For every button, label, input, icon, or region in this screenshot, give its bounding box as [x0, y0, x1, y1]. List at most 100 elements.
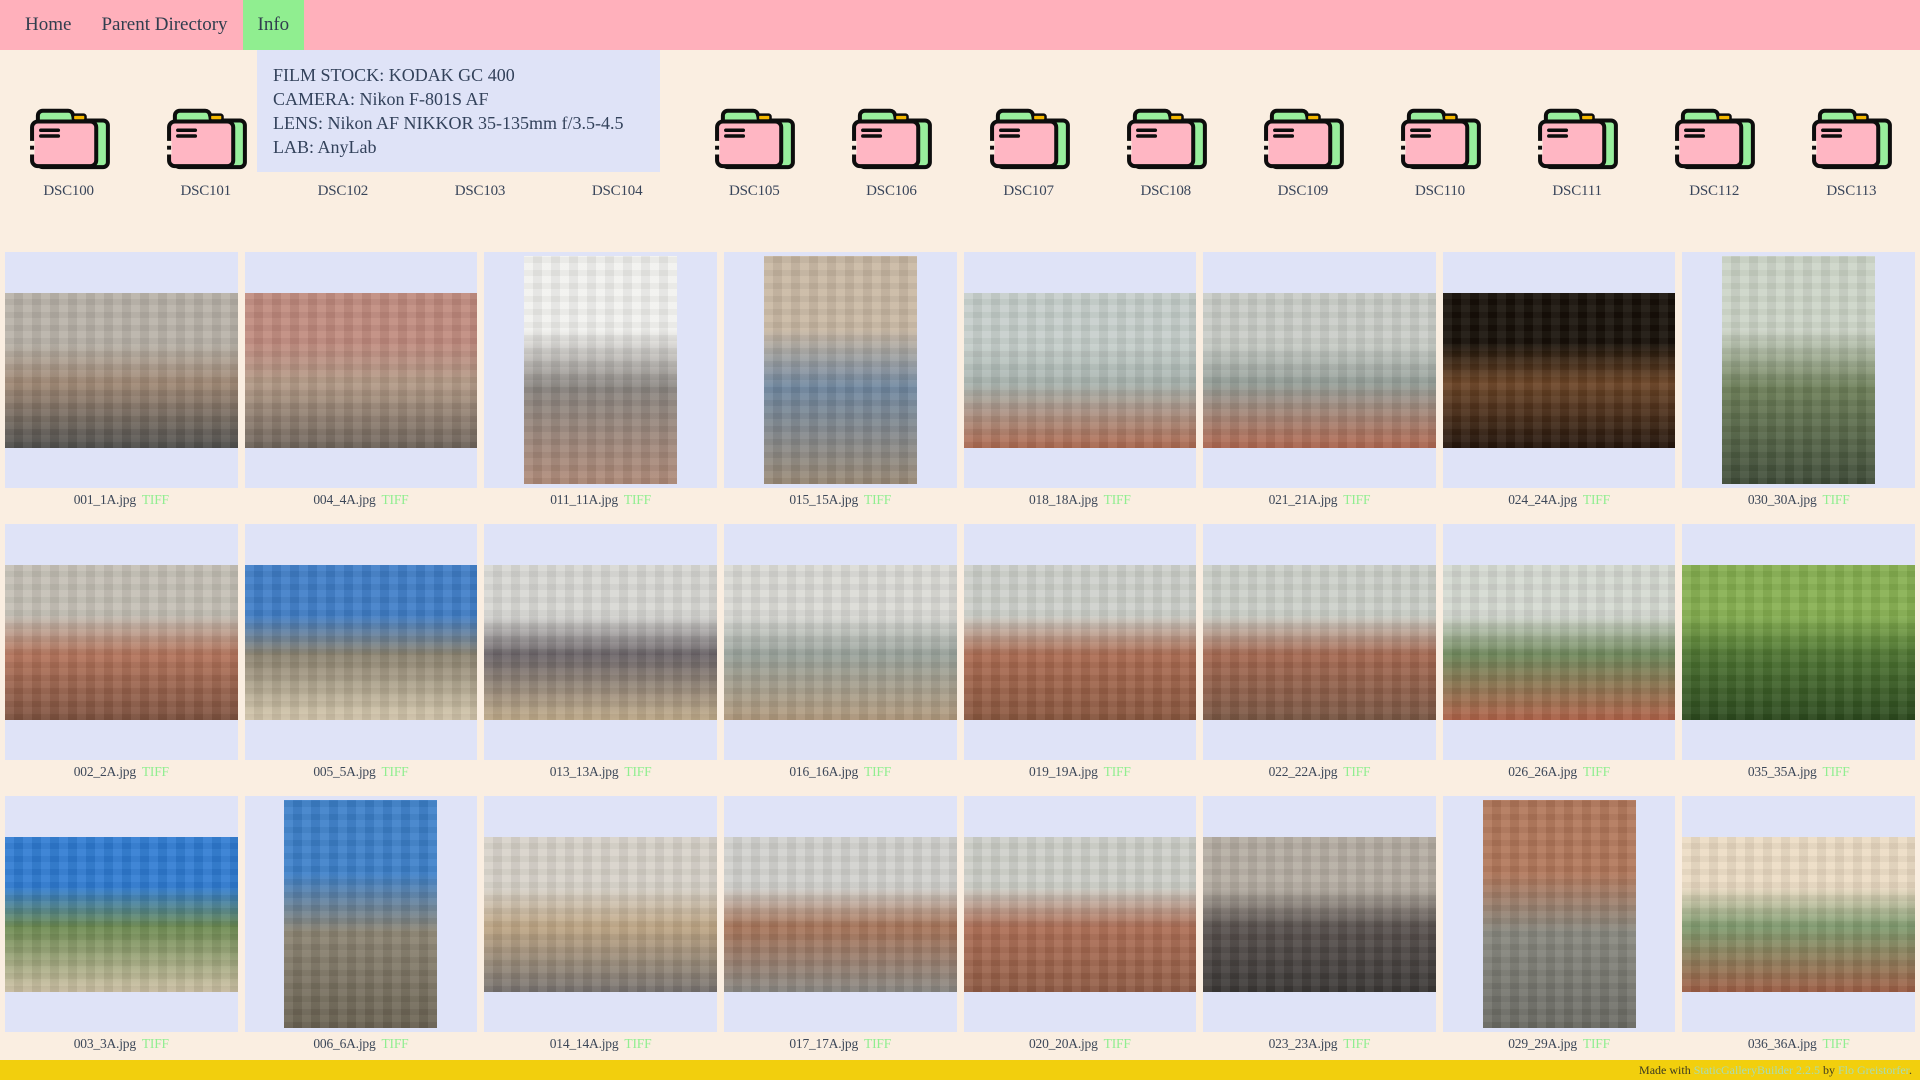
- photo-thumbnail: [1482, 800, 1636, 1028]
- thumbnail-frame: [484, 252, 717, 488]
- photo-filename: 003_3A.jpg: [73, 1036, 136, 1051]
- photo-caption: 019_19A.jpg TIFF: [964, 760, 1197, 784]
- photo-thumbnail: [1442, 564, 1676, 720]
- gallery-item[interactable]: 036_36A.jpg TIFF: [1682, 796, 1915, 1056]
- gallery-item[interactable]: 023_23A.jpg TIFF: [1203, 796, 1436, 1056]
- tiff-badge: TIFF: [1822, 492, 1850, 507]
- gallery-item[interactable]: 014_14A.jpg TIFF: [484, 796, 717, 1056]
- builder-link[interactable]: StaticGalleryBuilder 2.2.5: [1694, 1063, 1820, 1077]
- folder-link[interactable]: DSC111: [1510, 102, 1644, 200]
- photo-caption: 036_36A.jpg TIFF: [1682, 1032, 1915, 1056]
- info-popup-line: LAB: AnyLab: [273, 137, 377, 157]
- tiff-badge: TIFF: [381, 764, 409, 779]
- folder-icon: [28, 102, 110, 172]
- gallery-item[interactable]: 024_24A.jpg TIFF: [1442, 252, 1676, 512]
- tiff-badge: TIFF: [864, 764, 892, 779]
- gallery-item[interactable]: 011_11A.jpg TIFF: [484, 252, 717, 512]
- tiff-badge: TIFF: [1343, 764, 1371, 779]
- photo-caption: 002_2A.jpg TIFF: [5, 760, 238, 784]
- nav-item[interactable]: Parent Directory: [86, 0, 242, 50]
- folder-link[interactable]: DSC112: [1647, 102, 1781, 200]
- folder-label: DSC105: [729, 183, 780, 199]
- gallery-item[interactable]: 002_2A.jpg TIFF: [5, 524, 238, 784]
- gallery-item[interactable]: 019_19A.jpg TIFF: [963, 524, 1197, 784]
- photo-filename: 017_17A.jpg: [789, 1036, 859, 1051]
- thumbnail-frame: [244, 252, 478, 488]
- top-nav-bar: Home Parent Directory Info: [0, 0, 1920, 50]
- photo-caption: 018_18A.jpg TIFF: [964, 488, 1197, 512]
- folder-link[interactable]: DSC108: [1099, 102, 1233, 200]
- photo-filename: 015_15A.jpg: [789, 492, 859, 507]
- tiff-badge: TIFF: [1103, 764, 1131, 779]
- photo-caption: 020_20A.jpg TIFF: [964, 1032, 1197, 1056]
- folder-link[interactable]: DSC113: [1784, 102, 1918, 200]
- photo-thumbnail: [1722, 256, 1876, 484]
- nav-item[interactable]: Info: [242, 0, 305, 50]
- photo-thumbnail: [5, 292, 238, 448]
- gallery-item[interactable]: 035_35A.jpg TIFF: [1682, 524, 1915, 784]
- tiff-badge: TIFF: [1582, 1036, 1610, 1051]
- gallery-item[interactable]: 018_18A.jpg TIFF: [963, 252, 1197, 512]
- folder-link[interactable]: DSC100: [1, 102, 135, 200]
- photo-filename: 026_26A.jpg: [1508, 764, 1577, 779]
- folder-icon: [1810, 102, 1892, 172]
- thumbnail-frame: [5, 252, 238, 488]
- photo-caption: 023_23A.jpg TIFF: [1203, 1032, 1436, 1056]
- nav-item-label: Home: [25, 14, 72, 35]
- gallery-item[interactable]: 005_5A.jpg TIFF: [244, 524, 478, 784]
- folder-link[interactable]: DSC101: [139, 102, 273, 200]
- gallery-item[interactable]: 029_29A.jpg TIFF: [1442, 796, 1676, 1056]
- gallery-item[interactable]: 017_17A.jpg TIFF: [723, 796, 957, 1056]
- thumbnail-frame: [1203, 252, 1436, 488]
- author-link[interactable]: Flo Greistorfer: [1838, 1063, 1909, 1077]
- photo-filename: 029_29A.jpg: [1508, 1036, 1577, 1051]
- folder-label: DSC107: [1003, 183, 1054, 199]
- folder-icon: [850, 102, 932, 172]
- folder-icon: [1399, 102, 1481, 172]
- photo-thumbnail: [284, 800, 438, 1028]
- gallery-item[interactable]: 016_16A.jpg TIFF: [723, 524, 957, 784]
- photo-thumbnail: [963, 836, 1197, 992]
- folder-link[interactable]: DSC107: [961, 102, 1095, 200]
- gallery-item[interactable]: 013_13A.jpg TIFF: [484, 524, 717, 784]
- gallery-item[interactable]: 030_30A.jpg TIFF: [1682, 252, 1915, 512]
- nav-item[interactable]: Home: [10, 0, 86, 50]
- folder-link[interactable]: DSC105: [687, 102, 821, 200]
- tiff-badge: TIFF: [381, 492, 409, 507]
- gallery-item[interactable]: 006_6A.jpg TIFF: [244, 796, 478, 1056]
- thumbnail-frame: [1682, 524, 1915, 760]
- thumbnail-frame: [1203, 524, 1436, 760]
- photo-caption: 021_21A.jpg TIFF: [1203, 488, 1436, 512]
- folder-label: DSC110: [1415, 183, 1465, 199]
- thumbnail-frame: [484, 524, 717, 760]
- gallery-item[interactable]: 021_21A.jpg TIFF: [1203, 252, 1436, 512]
- tiff-badge: TIFF: [624, 764, 652, 779]
- folder-link[interactable]: DSC110: [1373, 102, 1507, 200]
- photo-thumbnail: [723, 836, 957, 992]
- photo-caption: 013_13A.jpg TIFF: [484, 760, 717, 784]
- gallery-item[interactable]: 020_20A.jpg TIFF: [963, 796, 1197, 1056]
- folder-link[interactable]: DSC109: [1236, 102, 1370, 200]
- folder-link[interactable]: DSC106: [824, 102, 958, 200]
- gallery-item[interactable]: 001_1A.jpg TIFF: [5, 252, 238, 512]
- photo-thumbnail: [5, 836, 238, 992]
- thumbnail-frame: [963, 796, 1197, 1032]
- tiff-badge: TIFF: [1582, 764, 1610, 779]
- photo-filename: 002_2A.jpg: [73, 764, 136, 779]
- gallery-item[interactable]: 026_26A.jpg TIFF: [1442, 524, 1676, 784]
- photo-caption: 011_11A.jpg TIFF: [484, 488, 717, 512]
- photo-filename: 014_14A.jpg: [549, 1036, 619, 1051]
- gallery-item[interactable]: 003_3A.jpg TIFF: [5, 796, 238, 1056]
- gallery-item[interactable]: 022_22A.jpg TIFF: [1203, 524, 1436, 784]
- tiff-badge: TIFF: [141, 764, 169, 779]
- gallery-item[interactable]: 015_15A.jpg TIFF: [723, 252, 957, 512]
- folder-label: DSC109: [1277, 183, 1329, 199]
- photo-filename: 006_6A.jpg: [313, 1036, 376, 1051]
- photo-filename: 004_4A.jpg: [313, 492, 376, 507]
- thumbnail-frame: [1442, 524, 1676, 760]
- tiff-badge: TIFF: [1103, 1036, 1131, 1051]
- photo-caption: 004_4A.jpg TIFF: [245, 488, 478, 512]
- thumbnail-frame: [1203, 796, 1436, 1032]
- gallery-item[interactable]: 004_4A.jpg TIFF: [244, 252, 478, 512]
- photo-thumbnail: [484, 564, 717, 720]
